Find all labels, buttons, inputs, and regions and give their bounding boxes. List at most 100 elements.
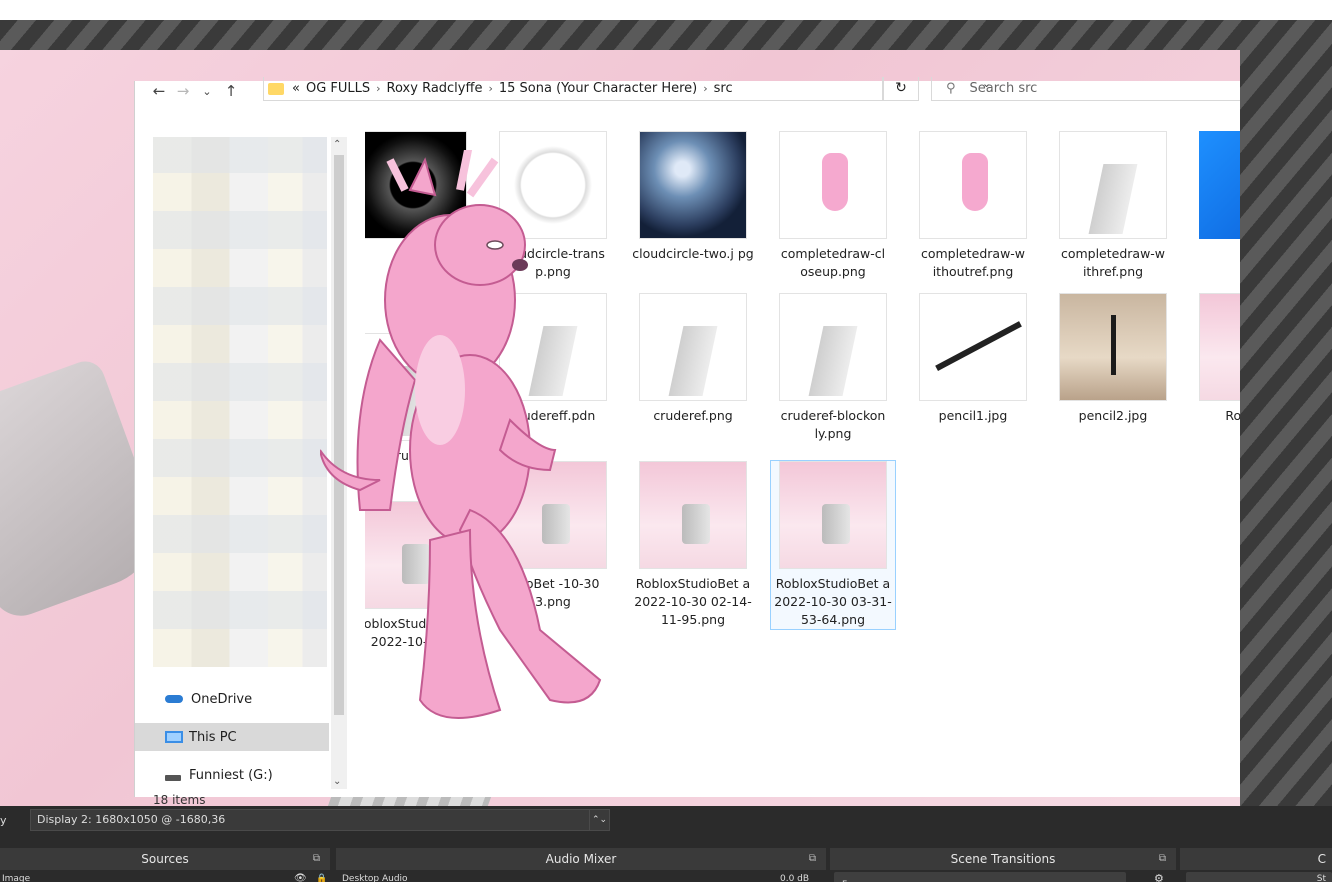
computer-icon bbox=[165, 731, 183, 743]
search-icon: ⚲ bbox=[946, 81, 956, 96]
file-item[interactable]: pencil1.jpg bbox=[911, 293, 1035, 425]
file-thumbnail bbox=[639, 293, 747, 401]
file-name: RobloxStudioBet a 2022-10-30 02-14-11-95… bbox=[634, 576, 752, 627]
dock-title: Scene Transitions bbox=[950, 852, 1056, 866]
sidebar-item-this-pc[interactable]: This PC bbox=[135, 723, 329, 751]
audio-source-name: Desktop Audio bbox=[342, 874, 408, 882]
file-thumbnail bbox=[919, 293, 1027, 401]
dock-title: C bbox=[1317, 852, 1326, 866]
search-input[interactable]: ⚲ Search src bbox=[931, 77, 1240, 101]
file-explorer-window: ← → ⌄ ↑ « OG FULLS › Roxy Radclyffe › 15… bbox=[134, 77, 1240, 806]
refresh-icon[interactable]: ↻ bbox=[883, 77, 919, 101]
file-thumbnail bbox=[1199, 131, 1240, 239]
file-item[interactable]: cruderef.png bbox=[631, 293, 755, 425]
display-select-value: Display 2: 1680x1050 @ -1680,36 bbox=[37, 813, 226, 826]
folder-icon bbox=[268, 82, 284, 95]
undock-icon[interactable]: ⧉ bbox=[809, 848, 816, 870]
display-select[interactable]: Display 2: 1680x1050 @ -1680,36 ⌃⌄ bbox=[30, 809, 610, 831]
display-capture: ← → ⌄ ↑ « OG FULLS › Roxy Radclyffe › 15… bbox=[0, 50, 1240, 806]
sidebar-item-label: Funniest (G:) bbox=[189, 767, 273, 783]
sidebar-item-onedrive[interactable]: OneDrive bbox=[135, 685, 329, 713]
breadcrumb-separator-icon[interactable]: › bbox=[488, 82, 492, 95]
file-item[interactable]: RobloxStudioBet a 2022-10-30 03-31-53-64… bbox=[770, 460, 896, 630]
status-item-count: 18 items bbox=[153, 793, 206, 806]
control-label: St bbox=[1316, 874, 1326, 882]
character-shape bbox=[320, 150, 602, 719]
file-name: c bbox=[1191, 245, 1240, 263]
audio-channel-row: Desktop Audio 0.0 dB bbox=[342, 872, 822, 882]
file-item[interactable]: RobloxStudioBet a 2022-10-30 02-14-11-95… bbox=[631, 461, 755, 629]
obs-dock-area: y Display 2: 1680x1050 @ -1680,36 ⌃⌄ Sou… bbox=[0, 806, 1332, 882]
breadcrumb-item[interactable]: OG FULLS bbox=[306, 81, 370, 96]
file-name: completedraw-w ithoutref.png bbox=[920, 246, 1026, 279]
file-item[interactable]: Rol a 00- bbox=[1191, 293, 1240, 425]
file-name: RobloxStudioBet a 2022-10-30 03-31-53-64… bbox=[774, 576, 892, 627]
undock-icon[interactable]: ⧉ bbox=[1159, 848, 1166, 870]
up-arrow-icon[interactable]: ↑ bbox=[219, 82, 243, 100]
breadcrumb-separator-icon[interactable]: › bbox=[376, 82, 380, 95]
visibility-eye-icon[interactable]: 👁 bbox=[294, 872, 307, 882]
file-item[interactable]: completedraw-w ithref.png bbox=[1051, 131, 1175, 281]
breadcrumb-item[interactable]: src bbox=[714, 81, 733, 96]
file-item[interactable]: cloudcircle-two.j pg bbox=[631, 131, 755, 263]
select-spin-icon[interactable]: ⌃⌄ bbox=[589, 809, 609, 831]
drive-icon bbox=[165, 775, 181, 781]
sidebar-item-drive-g[interactable]: Funniest (G:) bbox=[135, 761, 329, 789]
sources-dock-header: Sources ⧉ bbox=[0, 848, 330, 870]
audio-mixer-dock-header: Audio Mixer ⧉ bbox=[336, 848, 826, 870]
source-list-item[interactable]: Image 👁 🔒 bbox=[2, 872, 332, 882]
obs-preview-canvas: ← → ⌄ ↑ « OG FULLS › Roxy Radclyffe › 15… bbox=[0, 20, 1332, 806]
file-item[interactable]: c bbox=[1191, 131, 1240, 263]
navigation-pane: ⌃ ⌄ OneDrive This PC Funniest (G:) bbox=[135, 113, 349, 793]
file-thumbnail bbox=[779, 293, 887, 401]
file-name: Rol a 00- bbox=[1225, 408, 1240, 423]
breadcrumb-item[interactable]: 15 Sona (Your Character Here) bbox=[499, 81, 697, 96]
onedrive-icon bbox=[165, 695, 183, 703]
recent-locations-chevron-icon[interactable]: ⌄ bbox=[195, 85, 219, 98]
source-name: Image bbox=[2, 874, 31, 882]
dock-title: Sources bbox=[141, 852, 189, 866]
scroll-up-icon[interactable]: ⌃ bbox=[333, 139, 341, 150]
audio-level: 0.0 dB bbox=[780, 874, 810, 882]
pink-deer-character-overlay bbox=[320, 150, 602, 719]
file-thumbnail bbox=[1199, 293, 1240, 401]
file-thumbnail bbox=[639, 131, 747, 239]
path-overflow-icon[interactable]: « bbox=[292, 81, 300, 96]
file-name: pencil2.jpg bbox=[1078, 408, 1148, 423]
file-item[interactable]: cruderef-blockon ly.png bbox=[771, 293, 895, 443]
address-bar: ← → ⌄ ↑ « OG FULLS › Roxy Radclyffe › 15… bbox=[135, 77, 1240, 101]
file-thumbnail bbox=[1059, 131, 1167, 239]
forward-arrow-icon[interactable]: → bbox=[171, 82, 195, 100]
back-arrow-icon[interactable]: ← bbox=[147, 82, 171, 100]
file-name: completedraw-w ithref.png bbox=[1060, 246, 1166, 279]
file-name: completedraw-cl oseup.png bbox=[780, 246, 886, 279]
search-placeholder: Search src bbox=[969, 81, 1038, 96]
gear-icon[interactable]: ⚙ bbox=[1154, 872, 1164, 882]
file-thumbnail bbox=[919, 131, 1027, 239]
pixelated-folder-tree bbox=[153, 137, 327, 667]
undock-icon[interactable]: ⧉ bbox=[313, 848, 320, 870]
dock-title: Audio Mixer bbox=[545, 852, 617, 866]
scroll-down-icon[interactable]: ⌄ bbox=[333, 776, 341, 787]
breadcrumb-item[interactable]: Roxy Radclyffe bbox=[387, 81, 483, 96]
property-label: y bbox=[0, 814, 7, 827]
file-name: cruderef.png bbox=[653, 408, 733, 423]
sidebar-item-label: OneDrive bbox=[191, 691, 253, 707]
file-thumbnail bbox=[779, 131, 887, 239]
breadcrumb[interactable]: « OG FULLS › Roxy Radclyffe › 15 Sona (Y… bbox=[263, 77, 991, 101]
file-item[interactable]: completedraw-cl oseup.png bbox=[771, 131, 895, 281]
file-name: pencil1.jpg bbox=[938, 408, 1008, 423]
transition-select[interactable]: F bbox=[834, 872, 1126, 882]
start-streaming-button[interactable]: St bbox=[1186, 872, 1332, 882]
sidebar-item-label: This PC bbox=[189, 729, 237, 745]
controls-dock-header: C bbox=[1180, 848, 1332, 870]
file-thumbnail bbox=[1059, 293, 1167, 401]
breadcrumb-separator-icon[interactable]: › bbox=[703, 82, 707, 95]
file-name: cloudcircle-two.j pg bbox=[632, 246, 754, 261]
lock-icon[interactable]: 🔒 bbox=[316, 872, 327, 882]
file-thumbnail bbox=[779, 461, 887, 569]
file-item[interactable]: completedraw-w ithoutref.png bbox=[911, 131, 1035, 281]
file-name: cruderef-blockon ly.png bbox=[780, 408, 886, 441]
file-thumbnail bbox=[639, 461, 747, 569]
file-item[interactable]: pencil2.jpg bbox=[1051, 293, 1175, 425]
